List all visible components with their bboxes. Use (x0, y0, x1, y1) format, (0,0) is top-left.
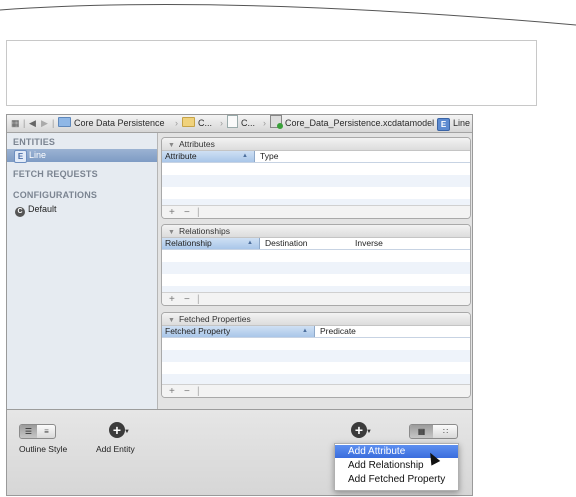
breadcrumb-entity[interactable]: E Line (437, 115, 470, 132)
table-style-icon[interactable]: ▦ (410, 425, 433, 438)
attributes-footer: + − | (162, 205, 470, 218)
fetched-properties-column-headers: Fetched Property ▲ Predicate (162, 326, 470, 338)
configurations-header: CONFIGURATIONS (13, 190, 98, 200)
outline-style-label: Outline Style (19, 444, 68, 454)
jump-bar: ▦ | ◀ ▶ | Core Data Persistence › C... ›… (7, 115, 472, 133)
breadcrumb-group[interactable]: C... (182, 115, 212, 132)
back-arrow-icon[interactable]: ◀ (29, 115, 36, 132)
sort-ascending-icon: ▲ (247, 240, 253, 246)
fetched-properties-table-body[interactable] (162, 338, 470, 384)
attributes-section: ▼ Attributes Attribute ▲ Type + − | (161, 137, 471, 219)
add-relationship-button[interactable]: + (169, 293, 175, 305)
remove-fetched-property-button[interactable]: − (184, 385, 190, 397)
breadcrumb-label: Core Data Persistence (74, 118, 165, 128)
breadcrumb-model-file[interactable]: Core_Data_Persistence.xcdatamodel (270, 115, 434, 132)
outline-style-control[interactable]: ☰ ≡ (19, 424, 56, 439)
column-label: Attribute (165, 151, 197, 161)
section-title: Relationships (178, 226, 230, 236)
relationships-footer: + − | (162, 292, 470, 305)
column-label: Fetched Property (165, 326, 231, 336)
menu-item-add-fetched-property[interactable]: Add Fetched Property (335, 473, 458, 486)
configuration-label: Default (28, 204, 57, 214)
entity-icon: E (14, 150, 27, 163)
divider: | (197, 294, 200, 305)
relationship-column-header[interactable]: Relationship ▲ (162, 238, 260, 249)
project-icon (58, 117, 71, 127)
attribute-column-header[interactable]: Attribute ▲ (162, 151, 255, 162)
relationships-table-body[interactable] (162, 250, 470, 292)
chevron-right-icon: › (430, 118, 433, 128)
relationships-column-headers: Relationship ▲ Destination Inverse (162, 238, 470, 250)
chevron-right-icon: › (220, 118, 223, 128)
dropdown-arrow-icon: ▼ (366, 429, 372, 435)
add-attribute-button[interactable]: + (169, 206, 175, 218)
destination-column-header[interactable]: Destination (262, 238, 308, 249)
fetched-properties-section-header[interactable]: ▼ Fetched Properties (162, 313, 470, 326)
disclosure-triangle-icon[interactable]: ▼ (168, 317, 175, 324)
type-column-header[interactable]: Type (257, 151, 278, 162)
sort-ascending-icon: ▲ (242, 153, 248, 159)
editor-style-control[interactable]: ▦ ∷ (409, 424, 458, 439)
model-outline-sidebar: ENTITIES E Line FETCH REQUESTS CONFIGURA… (7, 133, 158, 409)
entities-header: ENTITIES (13, 137, 56, 147)
remove-attribute-button[interactable]: − (184, 206, 190, 218)
xcode-model-editor: ▦ | ◀ ▶ | Core Data Persistence › C... ›… (6, 114, 473, 496)
disclosure-triangle-icon[interactable]: ▼ (168, 142, 175, 149)
attributes-column-headers: Attribute ▲ Type (162, 151, 470, 163)
add-entity-label: Add Entity (96, 444, 135, 454)
sidebar-item-line-entity[interactable]: E Line (7, 149, 157, 163)
breadcrumb-label: C... (198, 118, 213, 128)
divider: | (23, 118, 26, 128)
sidebar-item-default-configuration[interactable]: C Default (15, 204, 57, 217)
add-fetched-property-button[interactable]: + (169, 385, 175, 397)
chevron-right-icon: › (263, 118, 266, 128)
chevron-right-icon: › (175, 118, 178, 128)
inverse-column-header[interactable]: Inverse (352, 238, 383, 249)
outline-list-icon[interactable]: ☰ (20, 425, 37, 438)
dropdown-arrow-icon: ▼ (124, 429, 130, 435)
forward-arrow-icon[interactable]: ▶ (41, 115, 48, 132)
configuration-icon: C (15, 207, 25, 217)
graph-style-icon[interactable]: ∷ (434, 425, 457, 438)
outline-hierarchy-icon[interactable]: ≡ (38, 425, 55, 438)
breadcrumb-label: C... (241, 118, 256, 128)
add-entity-button[interactable]: + ▼ (109, 422, 130, 438)
blank-frame (6, 40, 537, 106)
section-title: Attributes (178, 139, 215, 149)
breadcrumb-label: Core_Data_Persistence.xcdatamodel (285, 118, 435, 128)
attributes-section-header[interactable]: ▼ Attributes (162, 138, 470, 151)
attributes-table-body[interactable] (162, 163, 470, 205)
grid-icon[interactable]: ▦ (11, 115, 20, 132)
menu-item-add-attribute[interactable]: Add Attribute (335, 445, 458, 458)
relationships-section-header[interactable]: ▼ Relationships (162, 225, 470, 238)
divider: | (52, 118, 55, 128)
entity-detail-pane: ▼ Attributes Attribute ▲ Type + − | ▼ Relat… (158, 133, 472, 409)
divider: | (197, 386, 200, 397)
relationships-section: ▼ Relationships Relationship ▲ Destination… (161, 224, 471, 306)
section-title: Fetched Properties (178, 314, 251, 324)
breadcrumb-model-dir[interactable]: C... (227, 115, 255, 132)
divider: | (197, 207, 200, 218)
fetched-properties-section: ▼ Fetched Properties Fetched Property ▲ Pr… (161, 312, 471, 398)
folder-icon (182, 117, 195, 127)
fetch-requests-header: FETCH REQUESTS (13, 169, 98, 179)
add-property-button[interactable]: + ▼ (351, 422, 372, 438)
data-model-icon (270, 115, 283, 129)
entity-label: Line (29, 150, 47, 160)
disclosure-triangle-icon[interactable]: ▼ (168, 229, 175, 236)
breadcrumb-label: Line (453, 118, 471, 128)
file-icon (227, 115, 238, 128)
decorative-curve (0, 4, 576, 26)
column-label: Relationship (165, 238, 212, 248)
predicate-column-header[interactable]: Predicate (317, 326, 356, 337)
remove-relationship-button[interactable]: − (184, 293, 190, 305)
fetched-property-column-header[interactable]: Fetched Property ▲ (162, 326, 315, 337)
fetched-properties-footer: + − | (162, 384, 470, 397)
entity-icon: E (437, 118, 450, 131)
breadcrumb-project[interactable]: Core Data Persistence (58, 115, 165, 132)
sort-ascending-icon: ▲ (302, 328, 308, 334)
add-property-menu: Add Attribute Add Relationship Add Fetch… (334, 443, 459, 491)
